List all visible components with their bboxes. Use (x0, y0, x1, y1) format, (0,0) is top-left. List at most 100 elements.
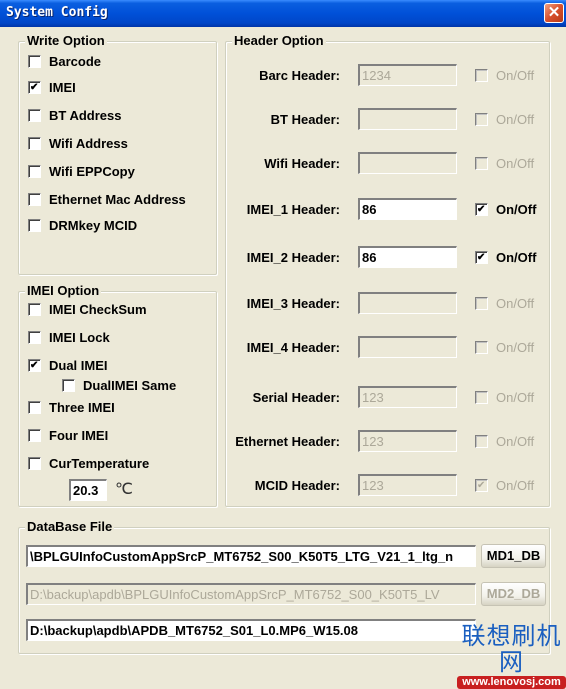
write-option-wifi-address[interactable]: Wifi Address (28, 136, 128, 151)
checkbox-checked-icon[interactable] (475, 251, 488, 264)
checkbox-icon[interactable] (62, 379, 75, 392)
md1-db-path-input[interactable]: \BPLGUInfoCustomAppSrcP_MT6752_S00_K50T5… (26, 545, 476, 567)
checkbox-icon[interactable] (28, 219, 41, 232)
serial-header-label: Serial Header: (252, 390, 340, 405)
imei-2-header-on-off-checkbox[interactable]: On/Off (475, 250, 536, 265)
checkbox-icon[interactable] (28, 137, 41, 150)
checkbox-icon[interactable] (28, 193, 41, 206)
checkbox-icon[interactable] (28, 55, 41, 68)
checkbox-icon[interactable] (28, 303, 41, 316)
checkbox-label: On/Off (496, 390, 535, 405)
imei-option-dual-imei[interactable]: Dual IMEI (28, 358, 108, 373)
checkbox-label: DualIMEI Same (83, 378, 177, 393)
ethernet-header-label: Ethernet Header: (235, 434, 340, 449)
write-option-ethernet-mac-address[interactable]: Ethernet Mac Address (28, 192, 186, 207)
watermark-text: 联想刷机网 (461, 623, 562, 676)
checkbox-label: BT Address (49, 108, 122, 123)
bt-header-label: BT Header: (270, 112, 340, 127)
checkbox-label: DRMkey MCID (49, 218, 138, 233)
checkbox-label: Barcode (49, 54, 102, 69)
checkbox-label: On/Off (496, 112, 535, 127)
imei-1-header-on-off-checkbox[interactable]: On/Off (475, 202, 536, 217)
imei-1-header-input[interactable]: 86 (358, 198, 457, 220)
write-option-bt-address[interactable]: BT Address (28, 108, 121, 123)
watermark-url: www.lenovosj.com (457, 676, 566, 689)
checkbox-label: On/Off (496, 296, 535, 311)
checkbox-icon[interactable] (28, 165, 41, 178)
imei-option-title: IMEI Option (25, 283, 102, 299)
imei-option-three-imei[interactable]: Three IMEI (28, 400, 115, 415)
checkbox-icon[interactable] (28, 109, 41, 122)
checkbox-icon (475, 157, 488, 170)
temperature-unit: ℃ (115, 481, 133, 498)
barc-header-on-off-checkbox: On/Off (475, 68, 534, 83)
watermark: 联想刷机网 www.lenovosj.com (457, 624, 566, 689)
checkbox-checked-icon[interactable] (28, 81, 41, 94)
imei-option-imei-lock[interactable]: IMEI Lock (28, 330, 110, 345)
checkbox-icon[interactable] (28, 401, 41, 414)
write-option-imei[interactable]: IMEI (28, 80, 76, 95)
checkbox-icon (475, 435, 488, 448)
checkbox-checked-icon[interactable] (28, 359, 41, 372)
checkbox-label: CurTemperature (49, 456, 150, 471)
imei-4-header-input (358, 336, 457, 358)
window-title: System Config (6, 5, 108, 20)
checkbox-icon (475, 69, 488, 82)
write-option-wifi-eppcopy[interactable]: Wifi EPPCopy (28, 164, 135, 179)
checkbox-label: On/Off (496, 434, 535, 449)
md2-db-button: MD2_DB (481, 582, 546, 606)
imei-3-header-on-off-checkbox: On/Off (475, 296, 534, 311)
checkbox-label: IMEI Lock (49, 330, 110, 345)
mcid-header-label: MCID Header: (254, 478, 340, 493)
imei-2-header-input[interactable]: 86 (358, 246, 457, 268)
checkbox-checked-icon (475, 479, 488, 492)
checkbox-label: IMEI CheckSum (49, 302, 147, 317)
close-icon: ✕ (547, 4, 561, 21)
imei-option-group: IMEI Option (18, 283, 217, 507)
checkbox-label: On/Off (496, 478, 535, 493)
checkbox-checked-icon[interactable] (475, 203, 488, 216)
checkbox-label: Wifi Address (49, 136, 128, 151)
mcid-header-input: 123 (358, 474, 457, 496)
checkbox-label: On/Off (496, 340, 535, 355)
barc-header-label: Barc Header: (259, 68, 340, 83)
write-option-barcode[interactable]: Barcode (28, 54, 101, 69)
checkbox-icon[interactable] (28, 429, 41, 442)
checkbox-icon (475, 391, 488, 404)
bt-header-on-off-checkbox: On/Off (475, 112, 534, 127)
checkbox-icon[interactable] (28, 457, 41, 470)
bt-header-input (358, 108, 457, 130)
wifi-header-input (358, 152, 457, 174)
imei-1-header-label: IMEI_1 Header: (246, 202, 340, 217)
serial-header-on-off-checkbox: On/Off (475, 390, 534, 405)
database-file-title: DataBase File (25, 519, 115, 535)
checkbox-icon (475, 341, 488, 354)
imei-option-curtemperature[interactable]: CurTemperature (28, 456, 149, 471)
header-option-title: Header Option (232, 33, 326, 49)
md1-db-button[interactable]: MD1_DB (481, 544, 546, 568)
checkbox-label: On/Off (496, 156, 535, 171)
checkbox-label: Four IMEI (49, 428, 109, 443)
checkbox-icon (475, 297, 488, 310)
temperature-input[interactable]: 20.3 (69, 479, 107, 501)
checkbox-label: On/Off (496, 250, 537, 265)
ap-db-path-input[interactable]: D:\backup\apdb\APDB_MT6752_S01_L0.MP6_W1… (26, 619, 476, 641)
imei-3-header-input (358, 292, 457, 314)
barc-header-input: 1234 (358, 64, 457, 86)
checkbox-label: On/Off (496, 68, 535, 83)
checkbox-icon[interactable] (28, 331, 41, 344)
write-option-drmkey-mcid[interactable]: DRMkey MCID (28, 218, 137, 233)
close-button[interactable]: ✕ (544, 3, 564, 23)
write-option-group: Write Option (18, 33, 217, 275)
checkbox-icon (475, 113, 488, 126)
ethernet-header-input: 123 (358, 430, 457, 452)
imei-option-dualimei-same[interactable]: DualIMEI Same (62, 378, 176, 393)
imei-2-header-label: IMEI_2 Header: (246, 250, 340, 265)
md2-db-path-input: D:\backup\apdb\BPLGUInfoCustomAppSrcP_MT… (26, 583, 476, 605)
imei-3-header-label: IMEI_3 Header: (246, 296, 340, 311)
imei-4-header-on-off-checkbox: On/Off (475, 340, 534, 355)
checkbox-label: IMEI (49, 80, 76, 95)
imei-option-four-imei[interactable]: Four IMEI (28, 428, 108, 443)
imei-option-imei-checksum[interactable]: IMEI CheckSum (28, 302, 147, 317)
checkbox-label: Wifi EPPCopy (49, 164, 135, 179)
